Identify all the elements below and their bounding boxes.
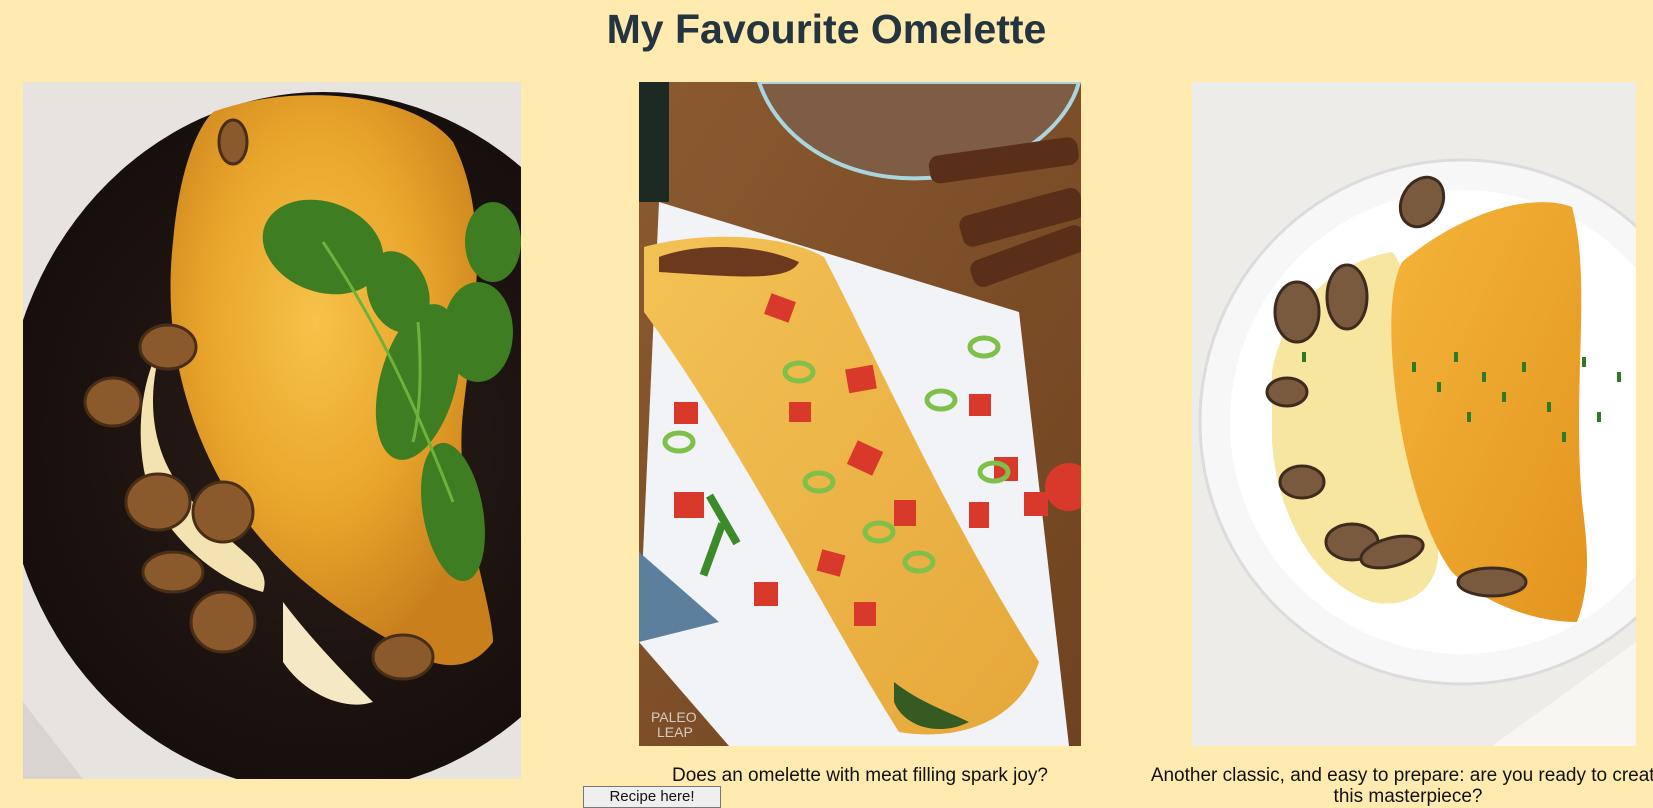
spinach-mushroom-omelette-photo xyxy=(23,82,521,779)
mushroom-chive-omelette-photo xyxy=(1192,82,1636,746)
svg-text:LEAP: LEAP xyxy=(657,724,693,740)
svg-text:PALEO: PALEO xyxy=(651,709,697,725)
page-title: My Favourite Omelette xyxy=(606,6,1047,52)
recipe-button[interactable]: Recipe here! xyxy=(583,786,721,808)
meat-filled-omelette-photo: PALEO LEAP xyxy=(639,82,1081,746)
photo-caption: Does an omelette with meat filling spark… xyxy=(672,765,1048,786)
